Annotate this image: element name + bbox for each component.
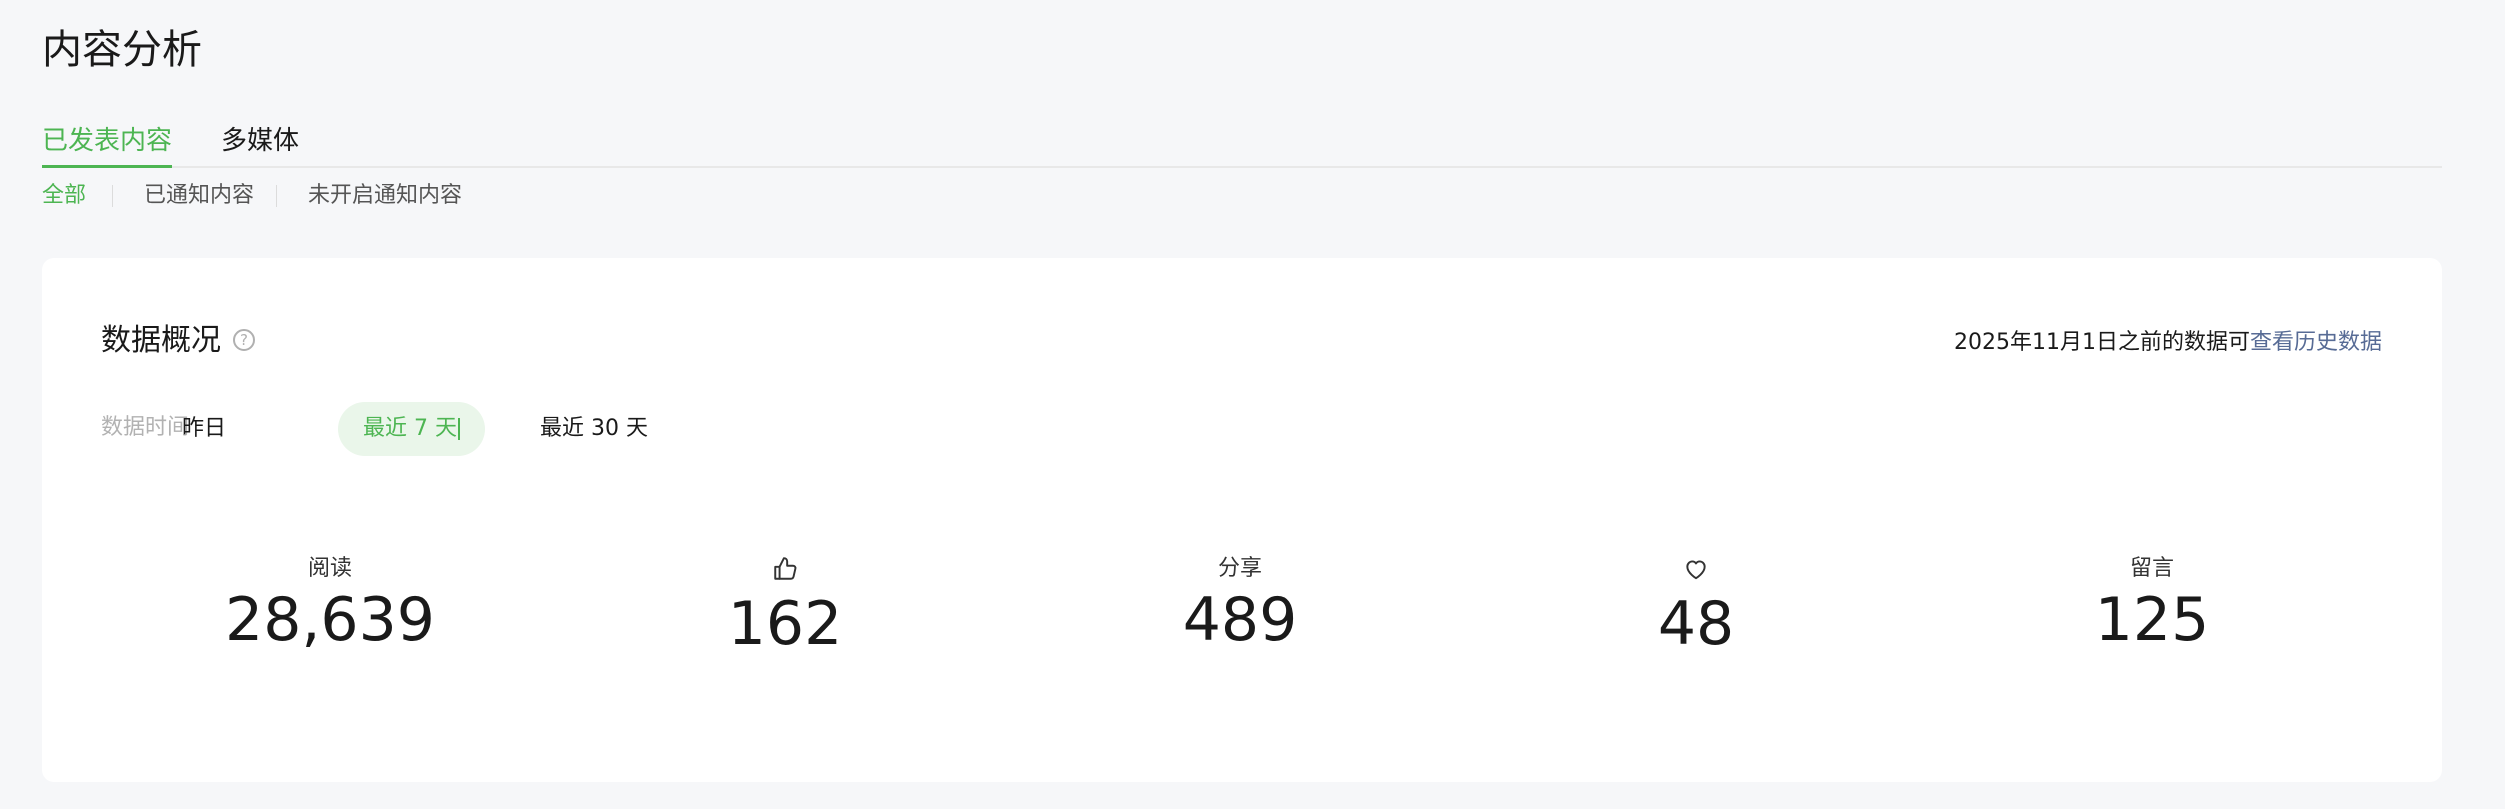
data-overview-card: 数据概况 ? 2025年11月1日之前的数据可查看历史数据 数据时间 昨日 最近… bbox=[42, 258, 2442, 782]
metric-comments: 留言 125 bbox=[2032, 554, 2272, 656]
metric-likes: 162 bbox=[665, 554, 905, 660]
content-tabs: 已发表内容 多媒体 bbox=[42, 118, 2442, 168]
heart-icon bbox=[1686, 560, 1706, 580]
subtab-notified-content[interactable]: 已通知内容 bbox=[144, 180, 254, 212]
metric-reads-label: 阅读 bbox=[307, 556, 352, 581]
time-option-last-7-days-label: 最近 7 天 bbox=[363, 416, 457, 441]
view-history-data-link[interactable]: 查看历史数据 bbox=[2250, 330, 2382, 355]
tab-multimedia[interactable]: 多媒体 bbox=[221, 118, 299, 166]
metric-reads-value: 28,639 bbox=[225, 585, 435, 655]
metric-shares: 分享 489 bbox=[1120, 554, 1360, 656]
subtab-divider bbox=[112, 185, 113, 207]
subtab-all[interactable]: 全部 bbox=[42, 180, 86, 212]
data-overview-title: 数据概况 bbox=[101, 323, 221, 358]
metric-reads: 阅读 28,639 bbox=[210, 554, 450, 656]
time-option-last-7-days[interactable]: 最近 7 天 bbox=[338, 402, 485, 456]
time-option-last-30-days[interactable]: 最近 30 天 bbox=[526, 402, 662, 456]
history-note-text: 2025年11月1日之前的数据可 bbox=[1954, 330, 2250, 355]
metric-favorites-value: 48 bbox=[1657, 589, 1735, 659]
metric-shares-value: 489 bbox=[1182, 585, 1298, 655]
tab-published-content[interactable]: 已发表内容 bbox=[42, 118, 173, 168]
metric-comments-label: 留言 bbox=[2129, 556, 2174, 581]
metric-likes-value: 162 bbox=[727, 589, 843, 659]
time-option-yesterday[interactable]: 昨日 bbox=[166, 402, 242, 456]
thumbs-up-icon bbox=[774, 557, 797, 580]
text-cursor bbox=[457, 418, 460, 440]
metric-shares-label: 分享 bbox=[1217, 556, 1262, 581]
question-circle-icon[interactable]: ? bbox=[233, 329, 255, 351]
metric-comments-value: 125 bbox=[2094, 585, 2210, 655]
history-data-note: 2025年11月1日之前的数据可查看历史数据 bbox=[1954, 328, 2382, 358]
metric-favorites: 48 bbox=[1576, 554, 1816, 660]
subtab-unnotified-content[interactable]: 未开启通知内容 bbox=[308, 180, 462, 212]
subtab-divider bbox=[276, 185, 277, 207]
page-title: 内容分析 bbox=[42, 27, 202, 73]
